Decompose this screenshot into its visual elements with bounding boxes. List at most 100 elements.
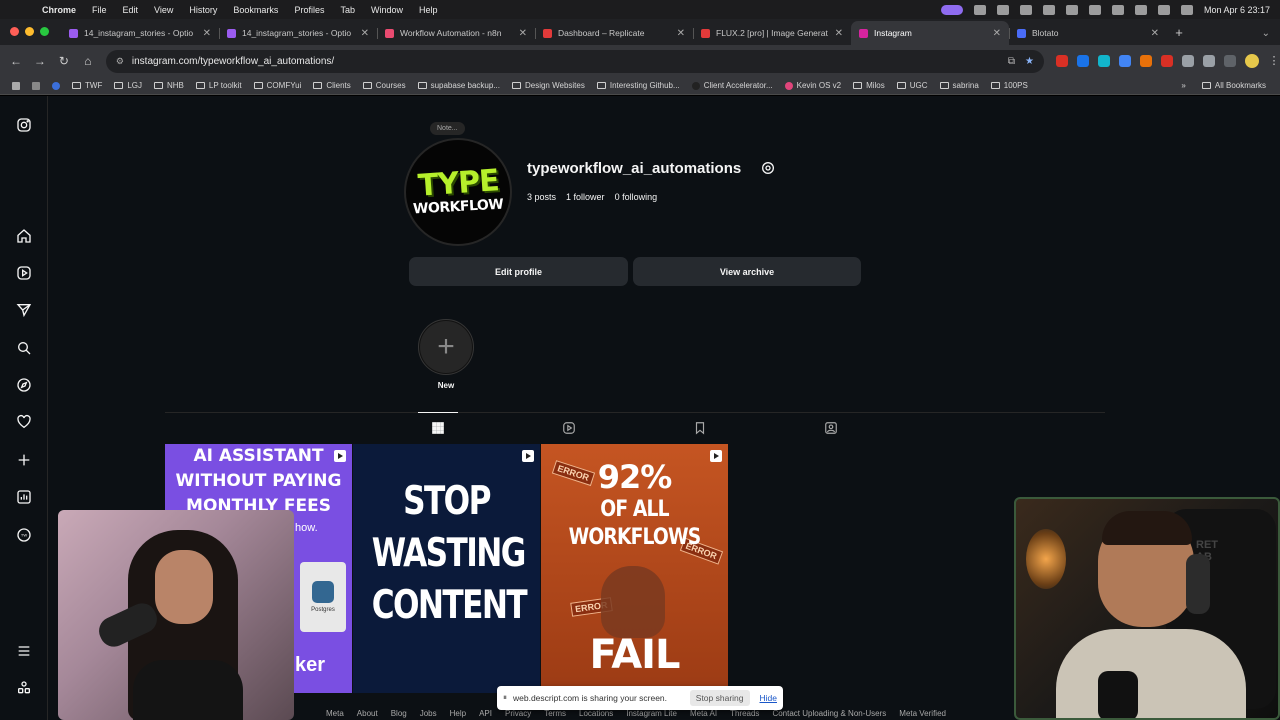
bookmark-folder[interactable]: [46, 81, 66, 90]
footer-link[interactable]: Privacy: [505, 709, 531, 718]
footer-link[interactable]: Meta Verified: [899, 709, 946, 718]
menu-help[interactable]: Help: [411, 5, 446, 15]
menu-app-chrome[interactable]: Chrome: [34, 5, 84, 15]
browser-tab[interactable]: 14_instagram_stories - Optio ✕: [61, 21, 219, 45]
minimize-window-icon[interactable]: [25, 27, 34, 36]
edit-profile-button[interactable]: Edit profile: [409, 257, 628, 286]
home-icon[interactable]: ⌂: [76, 54, 100, 68]
create-plus-icon[interactable]: [15, 451, 33, 469]
more-menu-icon[interactable]: ⋮: [1268, 55, 1280, 67]
puzzle-icon[interactable]: [1203, 55, 1215, 67]
settings-gear-icon[interactable]: [760, 160, 776, 176]
dropbox-icon[interactable]: [1065, 4, 1078, 15]
close-tab-icon[interactable]: ✕: [993, 28, 1001, 39]
profile-avatar-icon[interactable]: TW: [15, 526, 33, 544]
dashboard-icon[interactable]: [15, 488, 33, 506]
bookmark-folder[interactable]: TWF: [66, 81, 108, 90]
bookmark-folder[interactable]: supabase backup...: [412, 81, 506, 90]
menu-file[interactable]: File: [84, 5, 115, 15]
menu-bookmarks[interactable]: Bookmarks: [225, 5, 286, 15]
post-thumbnail[interactable]: ERROR ERROR ERROR 92% OF ALL WORKFLOWS F…: [541, 444, 728, 693]
stop-sharing-button[interactable]: Stop sharing: [689, 690, 750, 706]
hide-button[interactable]: Hide: [756, 693, 777, 703]
bookmark-star-icon[interactable]: ★: [1025, 56, 1034, 67]
menu-profiles[interactable]: Profiles: [286, 5, 332, 15]
camera-icon[interactable]: [996, 4, 1009, 15]
extension-icon[interactable]: [1056, 55, 1068, 67]
bookmark-folder[interactable]: Design Websites: [506, 81, 591, 90]
close-tab-icon[interactable]: ✕: [203, 28, 211, 39]
site-info-icon[interactable]: ⚙: [116, 56, 124, 67]
url-text[interactable]: instagram.com/typeworkflow_ai_automation…: [132, 56, 1000, 67]
maximize-window-icon[interactable]: [40, 27, 49, 36]
footer-link[interactable]: Meta: [326, 709, 344, 718]
reload-icon[interactable]: ↻: [52, 54, 76, 68]
menu-tab[interactable]: Tab: [332, 5, 363, 15]
footer-link[interactable]: Locations: [579, 709, 613, 718]
menu-history[interactable]: History: [181, 5, 225, 15]
all-bookmarks-folder[interactable]: All Bookmarks: [1196, 81, 1272, 90]
tab-saved[interactable]: [680, 413, 720, 443]
instagram-logo-icon[interactable]: [15, 116, 33, 134]
footer-link[interactable]: Terms: [544, 709, 566, 718]
browser-tab[interactable]: FLUX.2 [pro] | Image Generat ✕: [693, 21, 851, 45]
control-center-icon[interactable]: [1180, 4, 1193, 15]
extension-icon[interactable]: [1161, 55, 1173, 67]
menu-window[interactable]: Window: [363, 5, 411, 15]
tab-tagged[interactable]: [811, 413, 851, 443]
back-icon[interactable]: ←: [4, 54, 28, 68]
bookmark-folder[interactable]: 100PS: [985, 81, 1034, 90]
bookmark-folder[interactable]: sabrina: [934, 81, 985, 90]
bookmark-link[interactable]: Client Accelerator...: [686, 81, 779, 90]
address-bar[interactable]: ⚙ instagram.com/typeworkflow_ai_automati…: [105, 49, 1044, 73]
messages-icon[interactable]: [15, 301, 33, 319]
footer-link[interactable]: Threads: [730, 709, 759, 718]
bookmark-folder[interactable]: UGC: [891, 81, 934, 90]
recording-icon[interactable]: [940, 4, 963, 15]
footer-link[interactable]: Contact Uploading & Non-Users: [772, 709, 886, 718]
tab-reels[interactable]: [549, 413, 589, 443]
profile-note-bubble[interactable]: Note...: [430, 122, 465, 135]
view-archive-button[interactable]: View archive: [633, 257, 861, 286]
browser-tab[interactable]: Dashboard – Replicate ✕: [535, 21, 693, 45]
apps-icon[interactable]: [6, 81, 26, 90]
new-highlight[interactable]: + New: [418, 319, 474, 390]
forward-icon[interactable]: →: [28, 54, 52, 68]
vpn-icon[interactable]: [1088, 4, 1101, 15]
home-icon[interactable]: [15, 227, 33, 245]
bookmark-folder[interactable]: NHB: [148, 81, 190, 90]
menu-edit[interactable]: Edit: [115, 5, 147, 15]
footer-link[interactable]: Jobs: [420, 709, 437, 718]
app-tray-icon[interactable]: [1111, 4, 1124, 15]
search-icon[interactable]: [1157, 4, 1170, 15]
bookmark-folder[interactable]: LP toolkit: [190, 81, 248, 90]
extension-icon[interactable]: [1077, 55, 1089, 67]
extension-icon[interactable]: [1098, 55, 1110, 67]
install-icon[interactable]: ⧉: [1008, 56, 1015, 67]
footer-link[interactable]: About: [357, 709, 378, 718]
extension-icon[interactable]: [1119, 55, 1131, 67]
reels-icon[interactable]: [15, 264, 33, 282]
grid-apps-icon[interactable]: [26, 81, 46, 90]
extension-icon[interactable]: [1140, 55, 1152, 67]
close-window-icon[interactable]: [10, 27, 19, 36]
grid-icon[interactable]: [1042, 4, 1055, 15]
close-tab-icon[interactable]: ✕: [361, 28, 369, 39]
close-tab-icon[interactable]: ✕: [835, 28, 843, 39]
bookmark-folder[interactable]: Milos: [847, 81, 891, 90]
notifications-heart-icon[interactable]: [15, 413, 33, 431]
menu-view[interactable]: View: [146, 5, 181, 15]
bookmark-folder[interactable]: LGJ: [108, 81, 148, 90]
bookmark-folder[interactable]: COMFYui: [248, 81, 308, 90]
new-highlight-circle[interactable]: +: [418, 319, 474, 375]
bookmark-link[interactable]: Kevin OS v2: [779, 81, 847, 90]
close-tab-icon[interactable]: ✕: [519, 28, 527, 39]
more-bookmarks-icon[interactable]: »: [1181, 81, 1185, 90]
footer-link[interactable]: Instagram Lite: [626, 709, 677, 718]
extension-icon[interactable]: [1182, 55, 1194, 67]
tab-posts-grid[interactable]: [418, 412, 458, 442]
search-icon[interactable]: [15, 339, 33, 357]
wifi-icon[interactable]: [1134, 4, 1147, 15]
footer-link[interactable]: API: [479, 709, 492, 718]
footer-link[interactable]: Blog: [391, 709, 407, 718]
